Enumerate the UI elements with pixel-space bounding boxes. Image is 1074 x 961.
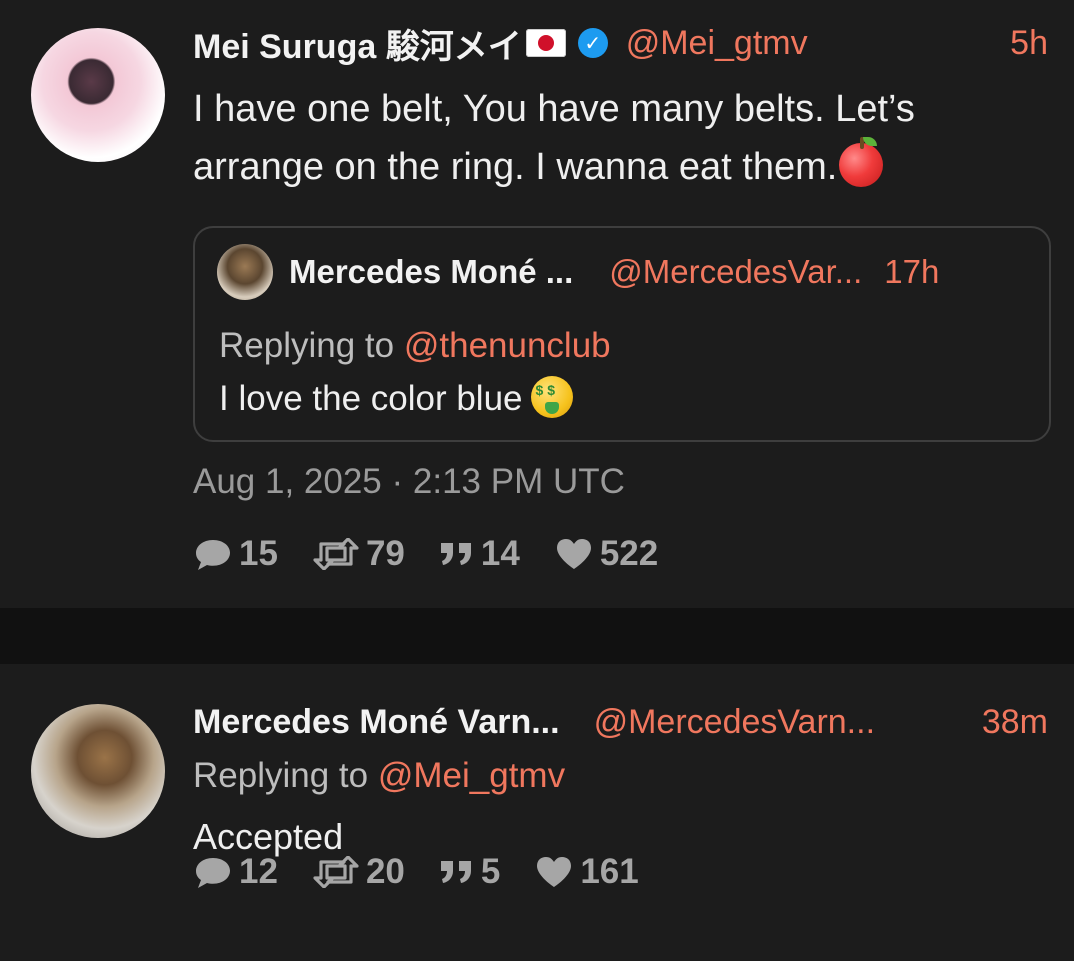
like-count: 161: [580, 852, 639, 891]
retweet-icon: [313, 856, 359, 888]
tweet-text: I have one belt, You have many belts. Le…: [193, 88, 915, 188]
like-count: 522: [599, 534, 659, 573]
reply-count: 12: [239, 852, 278, 891]
avatar-mercedes-mone-varnado[interactable]: [31, 704, 165, 838]
heart-icon: [537, 857, 572, 887]
japan-flag-icon: [525, 29, 566, 57]
verified-badge-icon: ✓: [577, 28, 608, 58]
comment-icon: [196, 540, 230, 570]
reply-count: 15: [239, 534, 278, 573]
quoted-tweet-time[interactable]: 17h: [884, 253, 939, 291]
retweet-count-button[interactable]: 79: [312, 534, 405, 574]
tweet-time[interactable]: 38m: [982, 703, 1048, 742]
quote-count: 5: [480, 852, 501, 891]
reply-count-button[interactable]: 12: [193, 852, 278, 892]
retweet-icon: [313, 538, 359, 570]
quoted-replying-to: Replying to @thenunclub: [219, 326, 611, 366]
retweet-count: 79: [365, 534, 405, 573]
quoted-tweet-text: I love the color blue: [219, 379, 523, 418]
quote-count: 14: [480, 534, 520, 573]
tweet-timestamp[interactable]: Aug 1, 2025 · 2:13 PM UTC: [193, 462, 625, 502]
tweet-main[interactable]: Mei Suruga 駿河メイ ✓ @Mei_gtmv 5h I have on…: [0, 0, 1074, 608]
quoted-author-name[interactable]: Mercedes Moné ...: [289, 253, 573, 291]
quoted-tweet[interactable]: Mercedes Moné ... @MercedesVar... 17h Re…: [193, 226, 1051, 442]
replying-to-mention[interactable]: @thenunclub: [404, 326, 611, 365]
tweet-reply[interactable]: Mercedes Moné Varn... @MercedesVarn... 3…: [0, 664, 1074, 961]
replying-to-mention[interactable]: @Mei_gtmv: [378, 756, 565, 795]
replying-to-label: Replying to: [219, 326, 395, 365]
retweet-count-button[interactable]: 20: [312, 852, 405, 892]
quoted-tweet-text-block: I love the color blue: [219, 376, 573, 419]
quoted-tweet-header: Mercedes Moné ... @MercedesVar... 17h: [289, 250, 1027, 294]
quoted-author-handle[interactable]: @MercedesVar...: [609, 253, 862, 291]
author-name[interactable]: Mercedes Moné Varn...: [193, 703, 560, 742]
like-count-button[interactable]: 522: [554, 534, 658, 574]
reply-count-button[interactable]: 15: [193, 534, 278, 574]
avatar-mercedes-mone[interactable]: [217, 244, 273, 300]
tweet-header: Mei Suruga 駿河メイ ✓ @Mei_gtmv 5h: [193, 19, 1048, 68]
replying-to-label: Replying to: [193, 756, 369, 795]
comment-icon: [196, 858, 230, 888]
replying-to: Replying to @Mei_gtmv: [193, 756, 565, 796]
author-handle[interactable]: @MercedesVarn...: [594, 703, 875, 742]
author-handle[interactable]: @Mei_gtmv: [626, 24, 808, 63]
money-mouth-face-emoji-icon: [530, 376, 573, 418]
tweet-stats: 15 79 14 522: [193, 534, 692, 574]
author-name[interactable]: Mei Suruga 駿河メイ: [193, 19, 522, 68]
tweet-time[interactable]: 5h: [1010, 24, 1048, 63]
like-count-button[interactable]: 161: [534, 852, 639, 892]
tweet-divider: [0, 608, 1074, 664]
heart-icon: [556, 539, 591, 569]
quote-count-button[interactable]: 14: [439, 534, 520, 574]
quote-count-button[interactable]: 5: [439, 852, 500, 892]
retweet-count: 20: [365, 852, 405, 891]
red-apple-emoji-icon: [839, 137, 884, 187]
avatar-mei-suruga[interactable]: [31, 28, 165, 162]
tweet-stats: 12 20 5 161: [193, 852, 673, 892]
quote-icon: [440, 543, 471, 565]
quote-icon: [440, 861, 471, 883]
tweet-text-block: I have one belt, You have many belts. Le…: [193, 80, 1044, 196]
tweet-header: Mercedes Moné Varn... @MercedesVarn... 3…: [193, 700, 1048, 744]
